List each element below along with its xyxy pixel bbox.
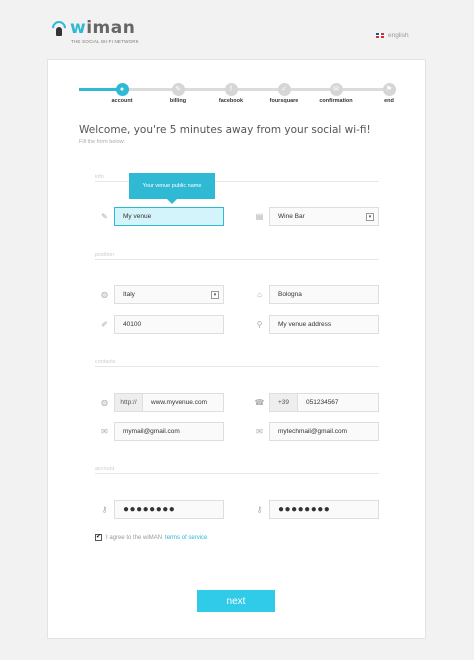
terms-link[interactable]: terms of service — [165, 535, 207, 541]
section-label: position — [95, 252, 114, 258]
envelope-icon: ✉ — [101, 427, 108, 436]
venue-type-icon: ▤ — [255, 212, 264, 221]
venue-name-input[interactable]: My venue — [114, 207, 224, 226]
foursquare-icon: ✓ — [277, 83, 291, 96]
phone-icon: ☎ — [254, 398, 265, 407]
country-select[interactable]: Italy ▾ — [114, 285, 224, 304]
section-account: account — [95, 466, 379, 474]
step-label: confirmation — [319, 98, 353, 104]
section-position: position — [95, 252, 379, 260]
website-input[interactable]: http://www.myvenue.com — [114, 393, 224, 412]
step-label: account — [111, 98, 133, 104]
chevron-down-icon: ▾ — [211, 291, 219, 299]
section-label: info — [95, 174, 104, 180]
terms-text: I agree to the wiMAN — [106, 534, 163, 541]
wiman-logo[interactable]: wiman — [49, 18, 136, 38]
phone-input[interactable]: +39 051234567 — [269, 393, 379, 412]
tagline: THE SOCIAL WI-FI NETWORK — [71, 39, 139, 44]
step-label: facebook — [218, 98, 244, 104]
facebook-icon: f — [224, 83, 238, 96]
key-icon: ⚷ — [256, 505, 263, 514]
pencil-icon: ✎ — [101, 212, 108, 221]
uk-flag-icon — [376, 33, 384, 38]
wifi-logo-icon — [49, 18, 69, 38]
password-confirm-input[interactable]: ●●●●●●●● — [269, 500, 379, 519]
step-label: end — [384, 98, 394, 104]
zip-input[interactable]: 40100 — [114, 315, 224, 334]
city-input[interactable]: Bologna — [269, 285, 379, 304]
venue-type-select[interactable]: Wine Bar ▾ — [269, 207, 379, 226]
map-pin-icon: ⚲ — [256, 320, 263, 329]
section-contacts: contacts — [95, 359, 379, 367]
logo-wordmark: wiman — [70, 18, 136, 38]
step-confirmation[interactable]: ✉ confirmation — [311, 83, 361, 104]
step-end[interactable]: ⚑ end — [364, 83, 414, 104]
phone-prefix: +39 — [270, 394, 298, 411]
language-label: english — [388, 32, 409, 39]
progress-steps: ● account ✎ billing f facebook ✓ foursqu… — [79, 83, 396, 107]
next-button[interactable]: next — [197, 590, 275, 612]
building-icon: ⌂ — [257, 290, 262, 299]
website-prefix: http:// — [115, 394, 143, 411]
form-subtitle: Fill the form below: — [79, 139, 126, 145]
step-account[interactable]: ● account — [97, 83, 147, 104]
step-foursquare[interactable]: ✓ foursquare — [259, 83, 309, 104]
chevron-down-icon: ▾ — [366, 213, 374, 221]
globe-icon: ◍ — [101, 290, 108, 299]
user-icon: ● — [115, 83, 129, 96]
terms-agreement: ✔ I agree to the wiMAN terms of service — [95, 534, 207, 541]
step-billing[interactable]: ✎ billing — [153, 83, 203, 104]
welcome-heading: Welcome, you're 5 minutes away from your… — [79, 124, 371, 136]
address-input[interactable]: My venue address — [269, 315, 379, 334]
signup-card — [47, 59, 426, 639]
section-label: contacts — [95, 359, 116, 365]
tech-email-icon: ✉ — [256, 427, 263, 436]
pencil-icon: ✎ — [171, 83, 185, 96]
email-input[interactable]: mymail@gmail.com — [114, 422, 224, 441]
step-facebook[interactable]: f facebook — [206, 83, 256, 104]
header: wiman THE SOCIAL WI-FI NETWORK english — [0, 0, 474, 58]
venue-name-tooltip: Your venue public name — [129, 173, 215, 204]
edit-icon: ✐ — [101, 320, 108, 329]
section-label: account — [95, 466, 115, 472]
terms-checkbox[interactable]: ✔ — [95, 534, 102, 541]
language-selector[interactable]: english — [376, 32, 409, 39]
password-input[interactable]: ●●●●●●●● — [114, 500, 224, 519]
step-label: billing — [169, 98, 187, 104]
tech-email-input[interactable]: mytechmail@gmail.com — [269, 422, 379, 441]
envelope-icon: ✉ — [329, 83, 343, 96]
key-icon: ⚷ — [101, 505, 108, 514]
flag-icon: ⚑ — [382, 83, 396, 96]
step-label: foursquare — [269, 98, 299, 104]
globe-icon: ◍ — [101, 398, 108, 407]
